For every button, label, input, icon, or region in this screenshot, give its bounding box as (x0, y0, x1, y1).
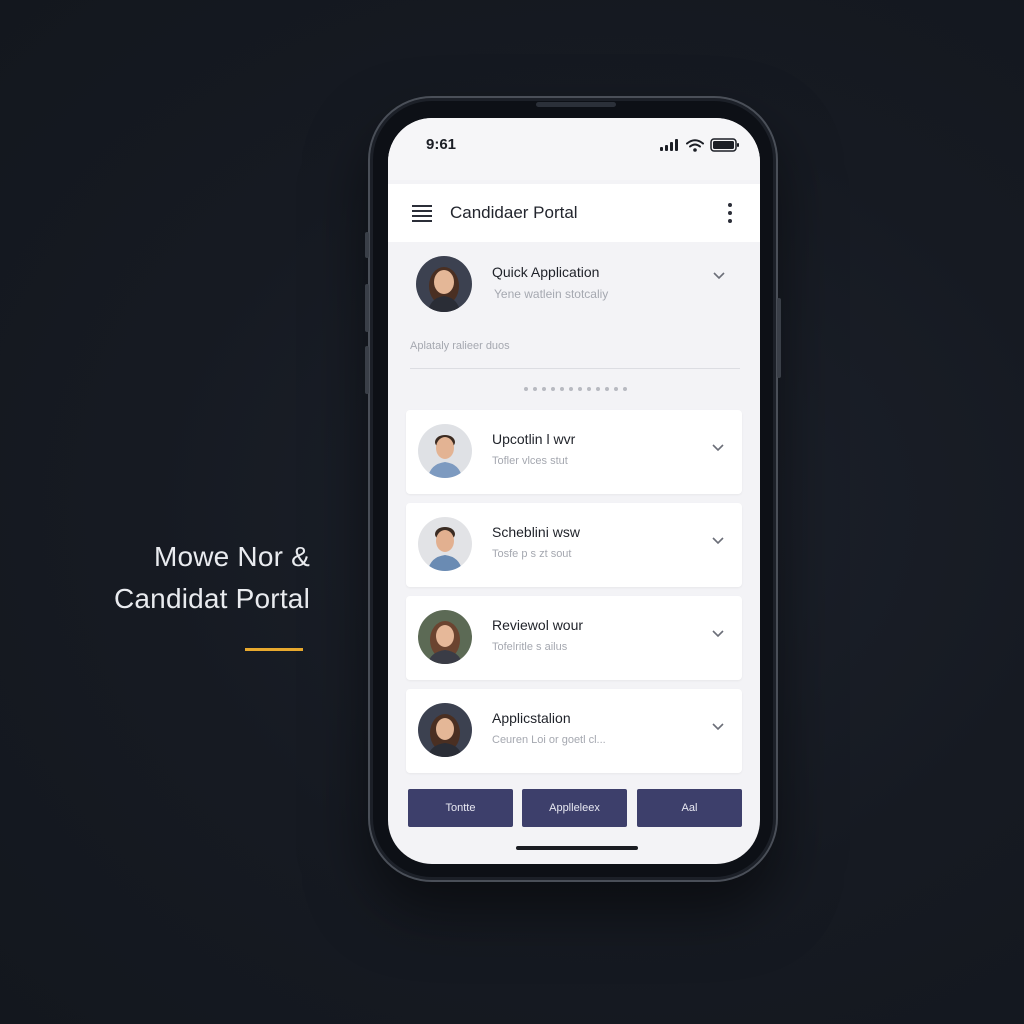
status-icons (660, 138, 740, 152)
quick-application-title: Quick Application (492, 264, 600, 280)
card-subtitle: Ceuren Loi or goetl cl... (492, 734, 606, 746)
person-avatar-icon (418, 610, 472, 664)
divider (410, 368, 740, 369)
hamburger-menu-icon[interactable] (412, 203, 432, 223)
quick-application-subtitle: Yene watlein stotcaliy (494, 287, 609, 301)
action-button-1[interactable]: Tontte (408, 789, 513, 827)
list-card[interactable]: Upcotlin l wvr Tofler vlces stut (406, 410, 742, 494)
chevron-down-icon[interactable] (713, 272, 725, 280)
app-bar: Candidaer Portal (388, 184, 760, 242)
card-title: Scheblini wsw (492, 524, 580, 540)
card-subtitle: Tofelritle s ailus (492, 641, 568, 653)
pagination-dots (524, 387, 627, 391)
person-avatar-icon (416, 256, 472, 312)
background: Mowe Nor & Candidat Portal 9:61 Candidae… (0, 0, 1024, 1024)
card-title: Upcotlin l wvr (492, 431, 576, 447)
chevron-down-icon[interactable] (712, 630, 724, 638)
card-title: Applicstalion (492, 710, 571, 726)
wifi-icon (686, 138, 704, 152)
list-card[interactable]: Reviewol wour Tofelritle s ailus (406, 596, 742, 680)
avatar (416, 256, 472, 312)
chevron-down-icon[interactable] (712, 444, 724, 452)
phone-screen: 9:61 Candidaer Portal Quick Application … (388, 118, 760, 864)
hero-title-line-2: Candidat Portal (113, 583, 310, 614)
avatar (418, 517, 472, 571)
chevron-down-icon[interactable] (712, 537, 724, 545)
phone-speaker (536, 102, 616, 107)
action-button-2[interactable]: Applleleex (522, 789, 627, 827)
action-button-3[interactable]: Aal (637, 789, 742, 827)
volume-up-button (365, 284, 369, 332)
quick-application-caption: Aplataly ralieer duos (410, 340, 510, 352)
avatar (418, 610, 472, 664)
person-avatar-icon (418, 703, 472, 757)
mute-switch (365, 232, 369, 258)
avatar (418, 703, 472, 757)
home-indicator[interactable] (516, 846, 638, 850)
app-title: Candidaer Portal (450, 203, 578, 222)
chevron-down-icon[interactable] (712, 723, 724, 731)
person-avatar-icon (418, 517, 472, 571)
hero-title-line-1: Mowe Nor & (153, 541, 310, 572)
hero-accent-line (245, 648, 303, 651)
more-vertical-icon[interactable] (726, 202, 734, 224)
avatar (418, 424, 472, 478)
list-card[interactable]: Scheblini wsw Tosfe p s zt sout (406, 503, 742, 587)
hero-text: Mowe Nor & Candidat Portal (70, 536, 310, 620)
power-button (777, 298, 781, 378)
phone-frame: 9:61 Candidaer Portal Quick Application … (365, 96, 781, 882)
list-card[interactable]: Applicstalion Ceuren Loi or goetl cl... (406, 689, 742, 773)
status-bar: 9:61 (388, 118, 760, 180)
battery-icon (710, 138, 739, 152)
status-time: 9:61 (426, 136, 457, 153)
card-subtitle: Tosfe p s zt sout (492, 548, 572, 560)
card-subtitle: Tofler vlces stut (492, 455, 568, 467)
quick-application-section[interactable]: Quick Application Yene watlein stotcaliy… (388, 242, 760, 366)
card-title: Reviewol wour (492, 617, 584, 633)
volume-down-button (365, 346, 369, 394)
signal-icon (660, 139, 678, 151)
person-avatar-icon (418, 424, 472, 478)
